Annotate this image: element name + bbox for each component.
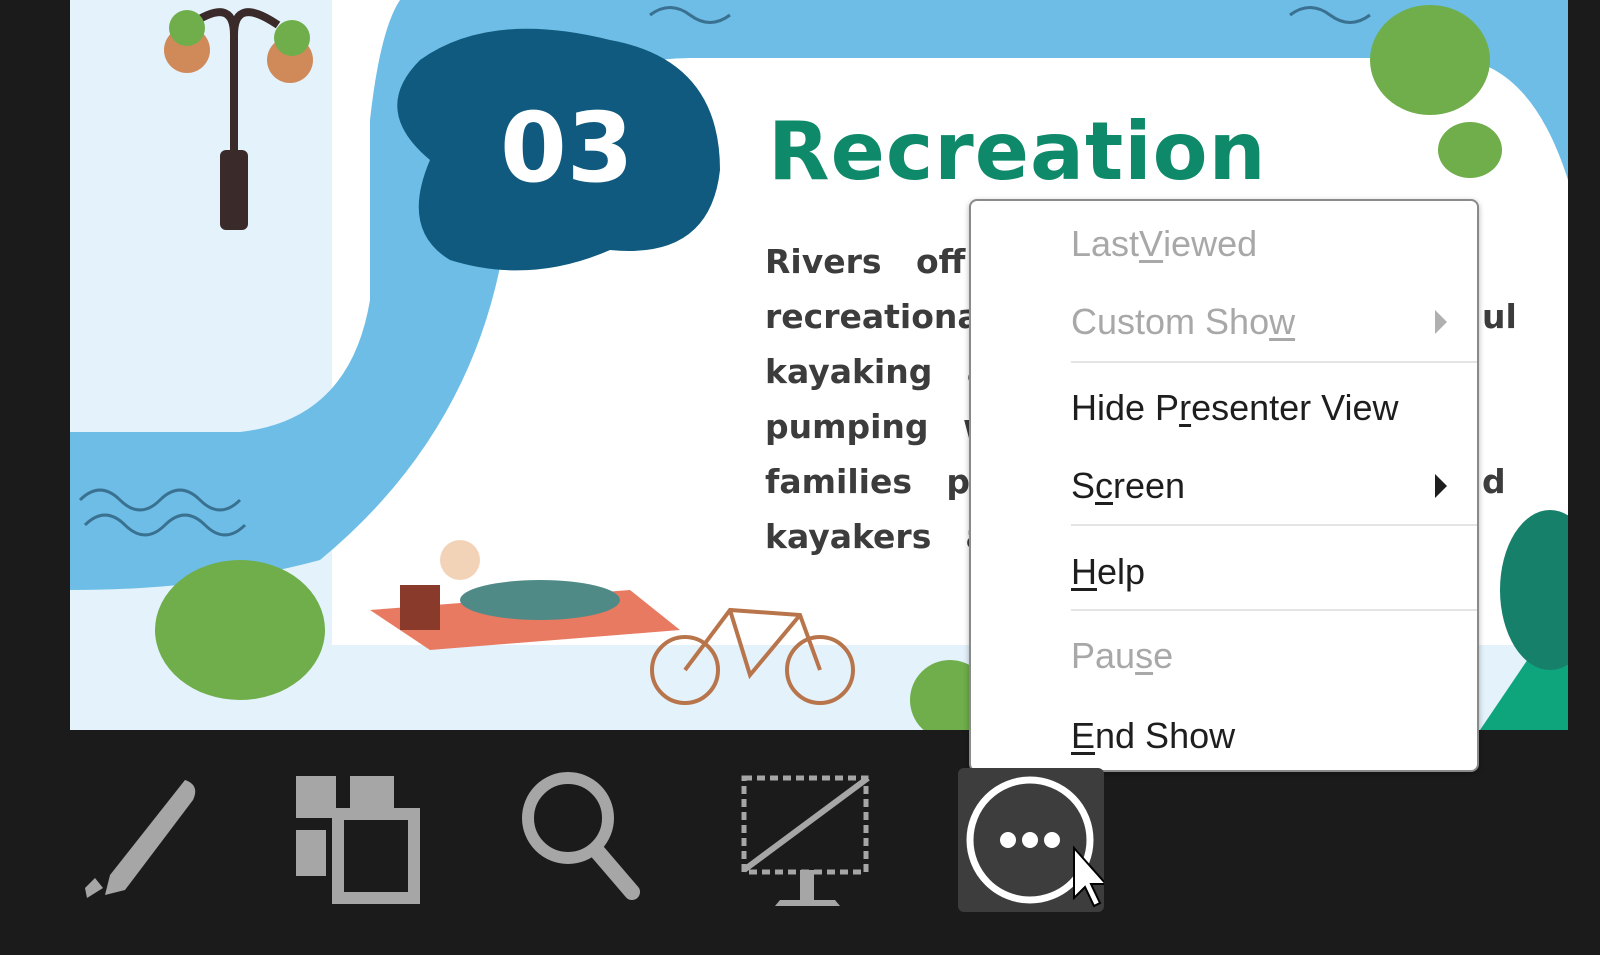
body-line: families pic: [765, 462, 1001, 501]
menu-separator: [1071, 609, 1477, 611]
body-line: kayaking a: [765, 352, 990, 391]
menu-item-screen[interactable]: Sc reen: [1071, 451, 1477, 521]
label: Pau: [1071, 635, 1136, 676]
label: nd Show: [1095, 715, 1236, 756]
zoom-icon[interactable]: [520, 770, 650, 905]
body-line: recreationa: [765, 297, 980, 336]
menu-item-last-viewed[interactable]: Last Viewed: [1071, 209, 1477, 279]
body-fragment: ul: [1482, 297, 1517, 336]
access-key: w: [1269, 301, 1296, 342]
more-options-button[interactable]: [958, 768, 1109, 912]
label: Last: [1071, 223, 1140, 264]
presenter-context-menu: Last Viewed Custom Sho w Hide Pr esenter V…: [969, 199, 1479, 772]
label: Custom Sho: [1071, 301, 1270, 342]
label: esenter View: [1191, 387, 1399, 428]
access-key: s: [1135, 635, 1154, 676]
menu-item-help[interactable]: Help: [1071, 537, 1477, 607]
label: e: [1153, 635, 1174, 676]
submenu-arrow-icon: [1435, 474, 1447, 498]
menu-item-custom-show[interactable]: Custom Sho w: [1071, 287, 1477, 357]
see-all-slides-icon[interactable]: [292, 770, 427, 905]
body-line: kayakers a: [765, 517, 989, 556]
slide-title: Recreation: [768, 105, 1267, 198]
slide-number: 03: [500, 92, 634, 204]
label: Hide P: [1071, 387, 1180, 428]
submenu-arrow-icon: [1435, 310, 1447, 334]
menu-separator: [1071, 361, 1477, 363]
access-key: V: [1139, 223, 1164, 264]
label: iewed: [1163, 223, 1258, 264]
menu-separator: [1071, 524, 1477, 526]
access-key: E: [1071, 715, 1096, 756]
label: S: [1071, 465, 1096, 506]
label: elp: [1097, 551, 1146, 592]
menu-item-hide-presenter-view[interactable]: Hide Pr esenter View: [1071, 373, 1477, 443]
access-key: c: [1095, 465, 1114, 506]
more-options-icon: [966, 776, 1109, 908]
pen-icon[interactable]: [75, 770, 205, 905]
body-fragment: d: [1482, 462, 1506, 501]
black-screen-icon[interactable]: [740, 770, 875, 910]
menu-item-pause[interactable]: Pau s e: [1071, 621, 1477, 691]
access-key: r: [1179, 387, 1192, 428]
menu-item-end-show[interactable]: End Show: [1071, 701, 1477, 771]
label: reen: [1113, 465, 1186, 506]
access-key: H: [1071, 551, 1097, 592]
body-line: Rivers off: [765, 242, 966, 281]
